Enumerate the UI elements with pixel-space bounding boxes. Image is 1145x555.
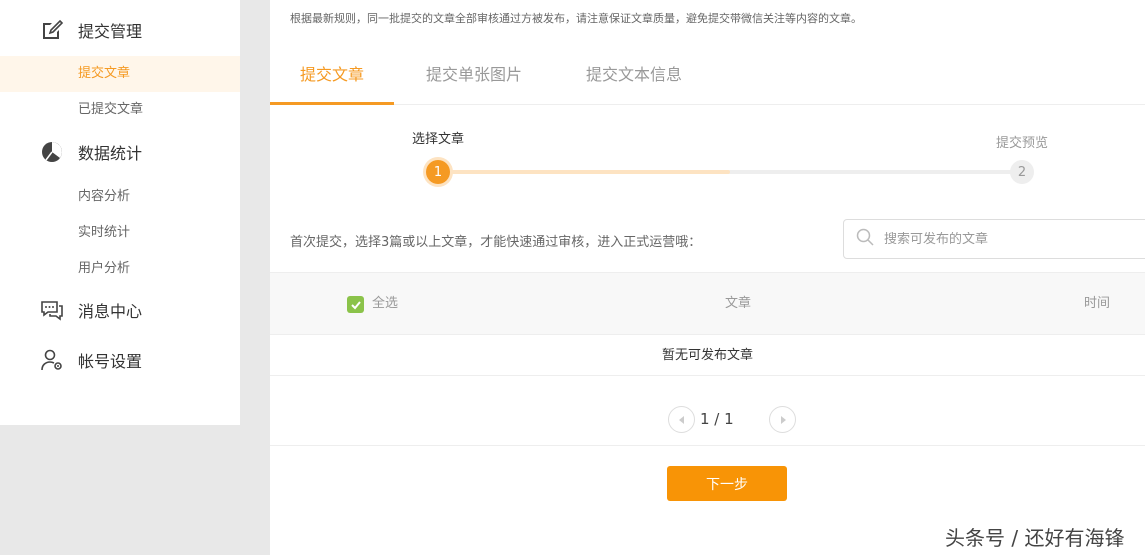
column-article: 文章 (725, 296, 752, 311)
sidebar-item-content-analysis[interactable]: 内容分析 (0, 179, 240, 215)
divider (270, 445, 1145, 446)
nav-group-messages[interactable]: 消息中心 (0, 290, 240, 330)
tab-bar: 提交文章 提交单张图片 提交文本信息 (270, 45, 1145, 105)
nav-group-submit[interactable]: 提交管理 (0, 10, 240, 50)
triangle-right-icon (780, 415, 786, 424)
table-header: 全选 文章 时间 (270, 272, 1145, 335)
nav-group-label: 数据统计 (78, 144, 143, 163)
pie-chart-icon (40, 140, 64, 164)
search-icon (856, 228, 874, 250)
nav-group-label: 帐号设置 (78, 352, 143, 371)
tab-submit-article[interactable]: 提交文章 (270, 45, 394, 105)
sidebar: 提交管理 提交文章 已提交文章 数据统计 内容分析 实时统计 用户分析 消息中心… (0, 0, 240, 425)
rules-notice: 根据最新规则，同一批提交的文章全部审核通过方被发布，请注意保证文章质量，避免提交… (290, 12, 862, 25)
watermark: 头条号 / 还好有海锋 (945, 526, 1125, 550)
selection-hint: 首次提交，选择3篇或以上文章，才能快速通过审核，进入正式运营哦： (290, 235, 702, 250)
sidebar-item-submit-article[interactable]: 提交文章 (0, 56, 240, 92)
select-all-label[interactable]: 全选 (372, 273, 398, 334)
sidebar-item-submitted-articles[interactable]: 已提交文章 (0, 92, 240, 128)
page-indicator: 1 / 1 (700, 410, 734, 428)
triangle-left-icon (678, 415, 684, 424)
next-step-button[interactable]: 下一步 (667, 466, 787, 501)
next-page-button[interactable] (769, 406, 796, 433)
empty-table-message: 暂无可发布文章 (270, 335, 1145, 376)
tab-submit-single-image[interactable]: 提交单张图片 (412, 45, 536, 105)
nav-group-label: 消息中心 (78, 302, 143, 321)
message-icon (40, 298, 64, 322)
nav-group-label: 提交管理 (78, 22, 143, 41)
sidebar-item-realtime-stats[interactable]: 实时统计 (0, 215, 240, 251)
nav-group-stats[interactable]: 数据统计 (0, 132, 240, 172)
step-2-indicator: 2 (1010, 160, 1034, 184)
submit-edit-icon (40, 18, 64, 42)
user-settings-icon (40, 348, 64, 372)
article-search (843, 219, 1145, 259)
search-input[interactable] (884, 231, 1124, 247)
step-progress-fill (438, 170, 730, 174)
tab-submit-text[interactable]: 提交文本信息 (572, 45, 696, 105)
step-1-indicator: 1 (426, 160, 450, 184)
step-2-label: 提交预览 (996, 136, 1049, 151)
checkmark-icon (350, 300, 361, 309)
nav-group-account[interactable]: 帐号设置 (0, 340, 240, 380)
main-panel: 根据最新规则，同一批提交的文章全部审核通过方被发布，请注意保证文章质量，避免提交… (270, 0, 1145, 555)
step-1-label: 选择文章 (412, 132, 465, 147)
column-time: 时间 (1084, 296, 1111, 311)
active-tab-indicator (270, 102, 394, 105)
select-all-checkbox[interactable] (347, 296, 364, 313)
prev-page-button[interactable] (668, 406, 695, 433)
sidebar-item-user-analysis[interactable]: 用户分析 (0, 251, 240, 287)
